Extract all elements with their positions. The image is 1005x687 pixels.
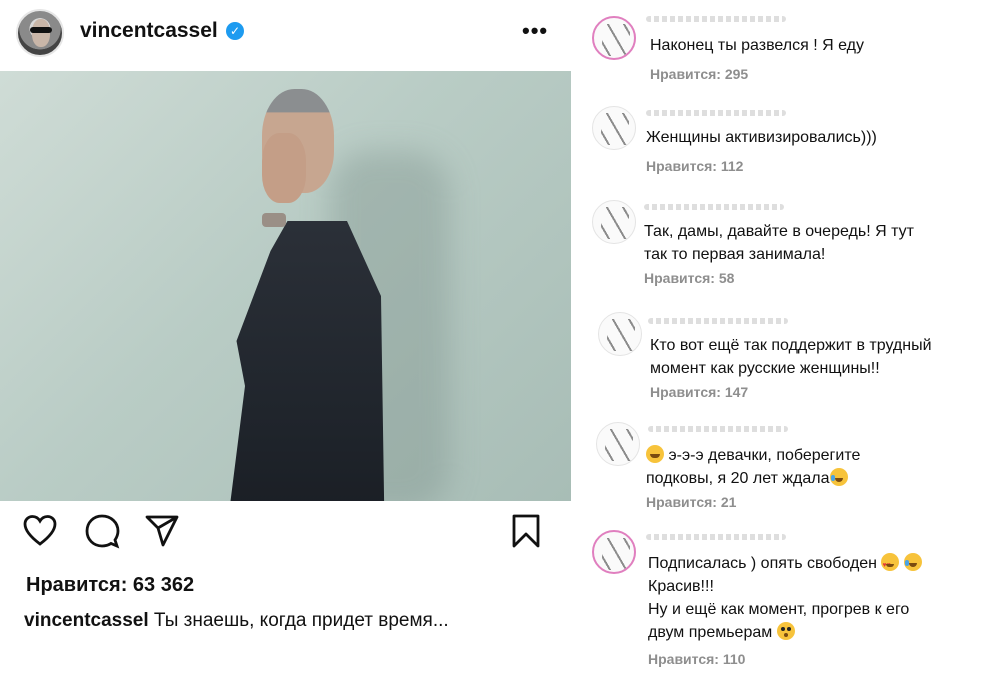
caption-username[interactable]: vincentcassel	[24, 610, 149, 631]
comment-likes[interactable]: Нравится: 110	[648, 651, 745, 667]
post-caption: vincentcassel Ты знаешь, когда придет вр…	[24, 610, 449, 632]
commenter-avatar[interactable]	[592, 530, 636, 574]
comment-text: Так, дамы, давайте в очередь! Я тут так …	[644, 220, 914, 266]
comment-line: Подписалась ) опять свободен	[648, 552, 922, 577]
commenter-avatar[interactable]	[592, 106, 636, 150]
heart-eyes-emoji-icon	[881, 553, 900, 577]
commenter-name-blurred	[646, 534, 786, 540]
comment-line: э-э-э девачки, поберегите	[646, 444, 860, 467]
heart-icon[interactable]	[22, 513, 58, 554]
more-options-icon[interactable]: •••	[522, 18, 548, 44]
comment-likes[interactable]: Нравится: 58	[644, 270, 734, 286]
comment-line-text: подковы, я 20 лет ждала	[646, 470, 830, 487]
photo-watch	[262, 213, 286, 227]
comment-line: Красив!!!	[648, 578, 714, 595]
commenter-name-blurred	[648, 426, 788, 432]
comment-line: двум премьерам	[648, 621, 922, 644]
avatar-glasses	[30, 27, 52, 33]
comment-line: Наконец ты развелся ! Я еду	[650, 37, 865, 54]
comment-line: момент как русские женщины!!	[650, 360, 880, 377]
comment-line: подковы, я 20 лет ждала	[646, 467, 860, 490]
comment-line: так то первая занимала!	[644, 246, 826, 263]
comment-line: Ну и ещё как момент, прогрев к его	[648, 601, 910, 618]
post-actions	[0, 513, 572, 563]
commenter-name-blurred	[648, 318, 788, 324]
bookmark-icon[interactable]	[510, 513, 542, 554]
comment-line-text: двум премьерам	[648, 624, 773, 641]
likes-count[interactable]: Нравится: 63 362	[26, 574, 194, 597]
commenter-avatar[interactable]	[592, 16, 636, 60]
comment-text: Подписалась ) опять свободен Красив!!! Н…	[648, 552, 922, 644]
comment-line: Женщины активизировались)))	[646, 129, 877, 146]
comment-line-text: Подписалась ) опять свободен	[648, 555, 878, 572]
post-username[interactable]: vincentcassel	[80, 19, 218, 43]
commenter-avatar[interactable]	[596, 422, 640, 466]
photo-hand	[262, 133, 306, 203]
comment-line: Кто вот ещё так поддержит в трудный	[650, 337, 932, 354]
comment-likes[interactable]: Нравится: 21	[646, 494, 736, 510]
commenter-avatar[interactable]	[598, 312, 642, 356]
profile-avatar[interactable]	[16, 9, 64, 57]
flushed-emoji-icon	[776, 622, 795, 640]
comment-text: Кто вот ещё так поддержит в трудный моме…	[650, 334, 932, 380]
avatar-face	[32, 19, 50, 47]
comment-likes[interactable]: Нравится: 147	[650, 384, 748, 400]
joy-emoji-icon	[829, 468, 848, 486]
commenter-name-blurred	[644, 204, 784, 210]
comment-text: Наконец ты развелся ! Я еду	[650, 34, 864, 57]
comment-likes[interactable]: Нравится: 112	[646, 158, 743, 174]
comment-line: Так, дамы, давайте в очередь! Я тут	[644, 223, 914, 240]
verified-badge-icon: ✓	[226, 22, 244, 40]
comments-panel: Наконец ты развелся ! Я еду Нравится: 29…	[576, 0, 1005, 687]
paper-plane-icon[interactable]	[144, 513, 180, 554]
rofl-emoji-icon	[646, 445, 664, 463]
comment-likes[interactable]: Нравится: 295	[650, 66, 748, 82]
commenter-name-blurred	[646, 110, 786, 116]
instagram-post: vincentcassel ✓ ••• Нравится: 63 362 vin…	[0, 0, 572, 687]
comment-line-text: э-э-э девачки, поберегите	[668, 447, 861, 464]
comment-icon[interactable]	[84, 513, 120, 554]
comment-text: Женщины активизировались)))	[646, 126, 877, 149]
post-header: vincentcassel ✓ •••	[0, 0, 572, 66]
commenter-avatar[interactable]	[592, 200, 636, 244]
post-photo[interactable]	[0, 71, 571, 501]
commenter-name-blurred	[646, 16, 786, 22]
caption-text: Ты знаешь, когда придет время...	[148, 610, 449, 631]
comment-text: э-э-э девачки, поберегите подковы, я 20 …	[646, 444, 860, 490]
joy-emoji-icon	[903, 553, 922, 571]
